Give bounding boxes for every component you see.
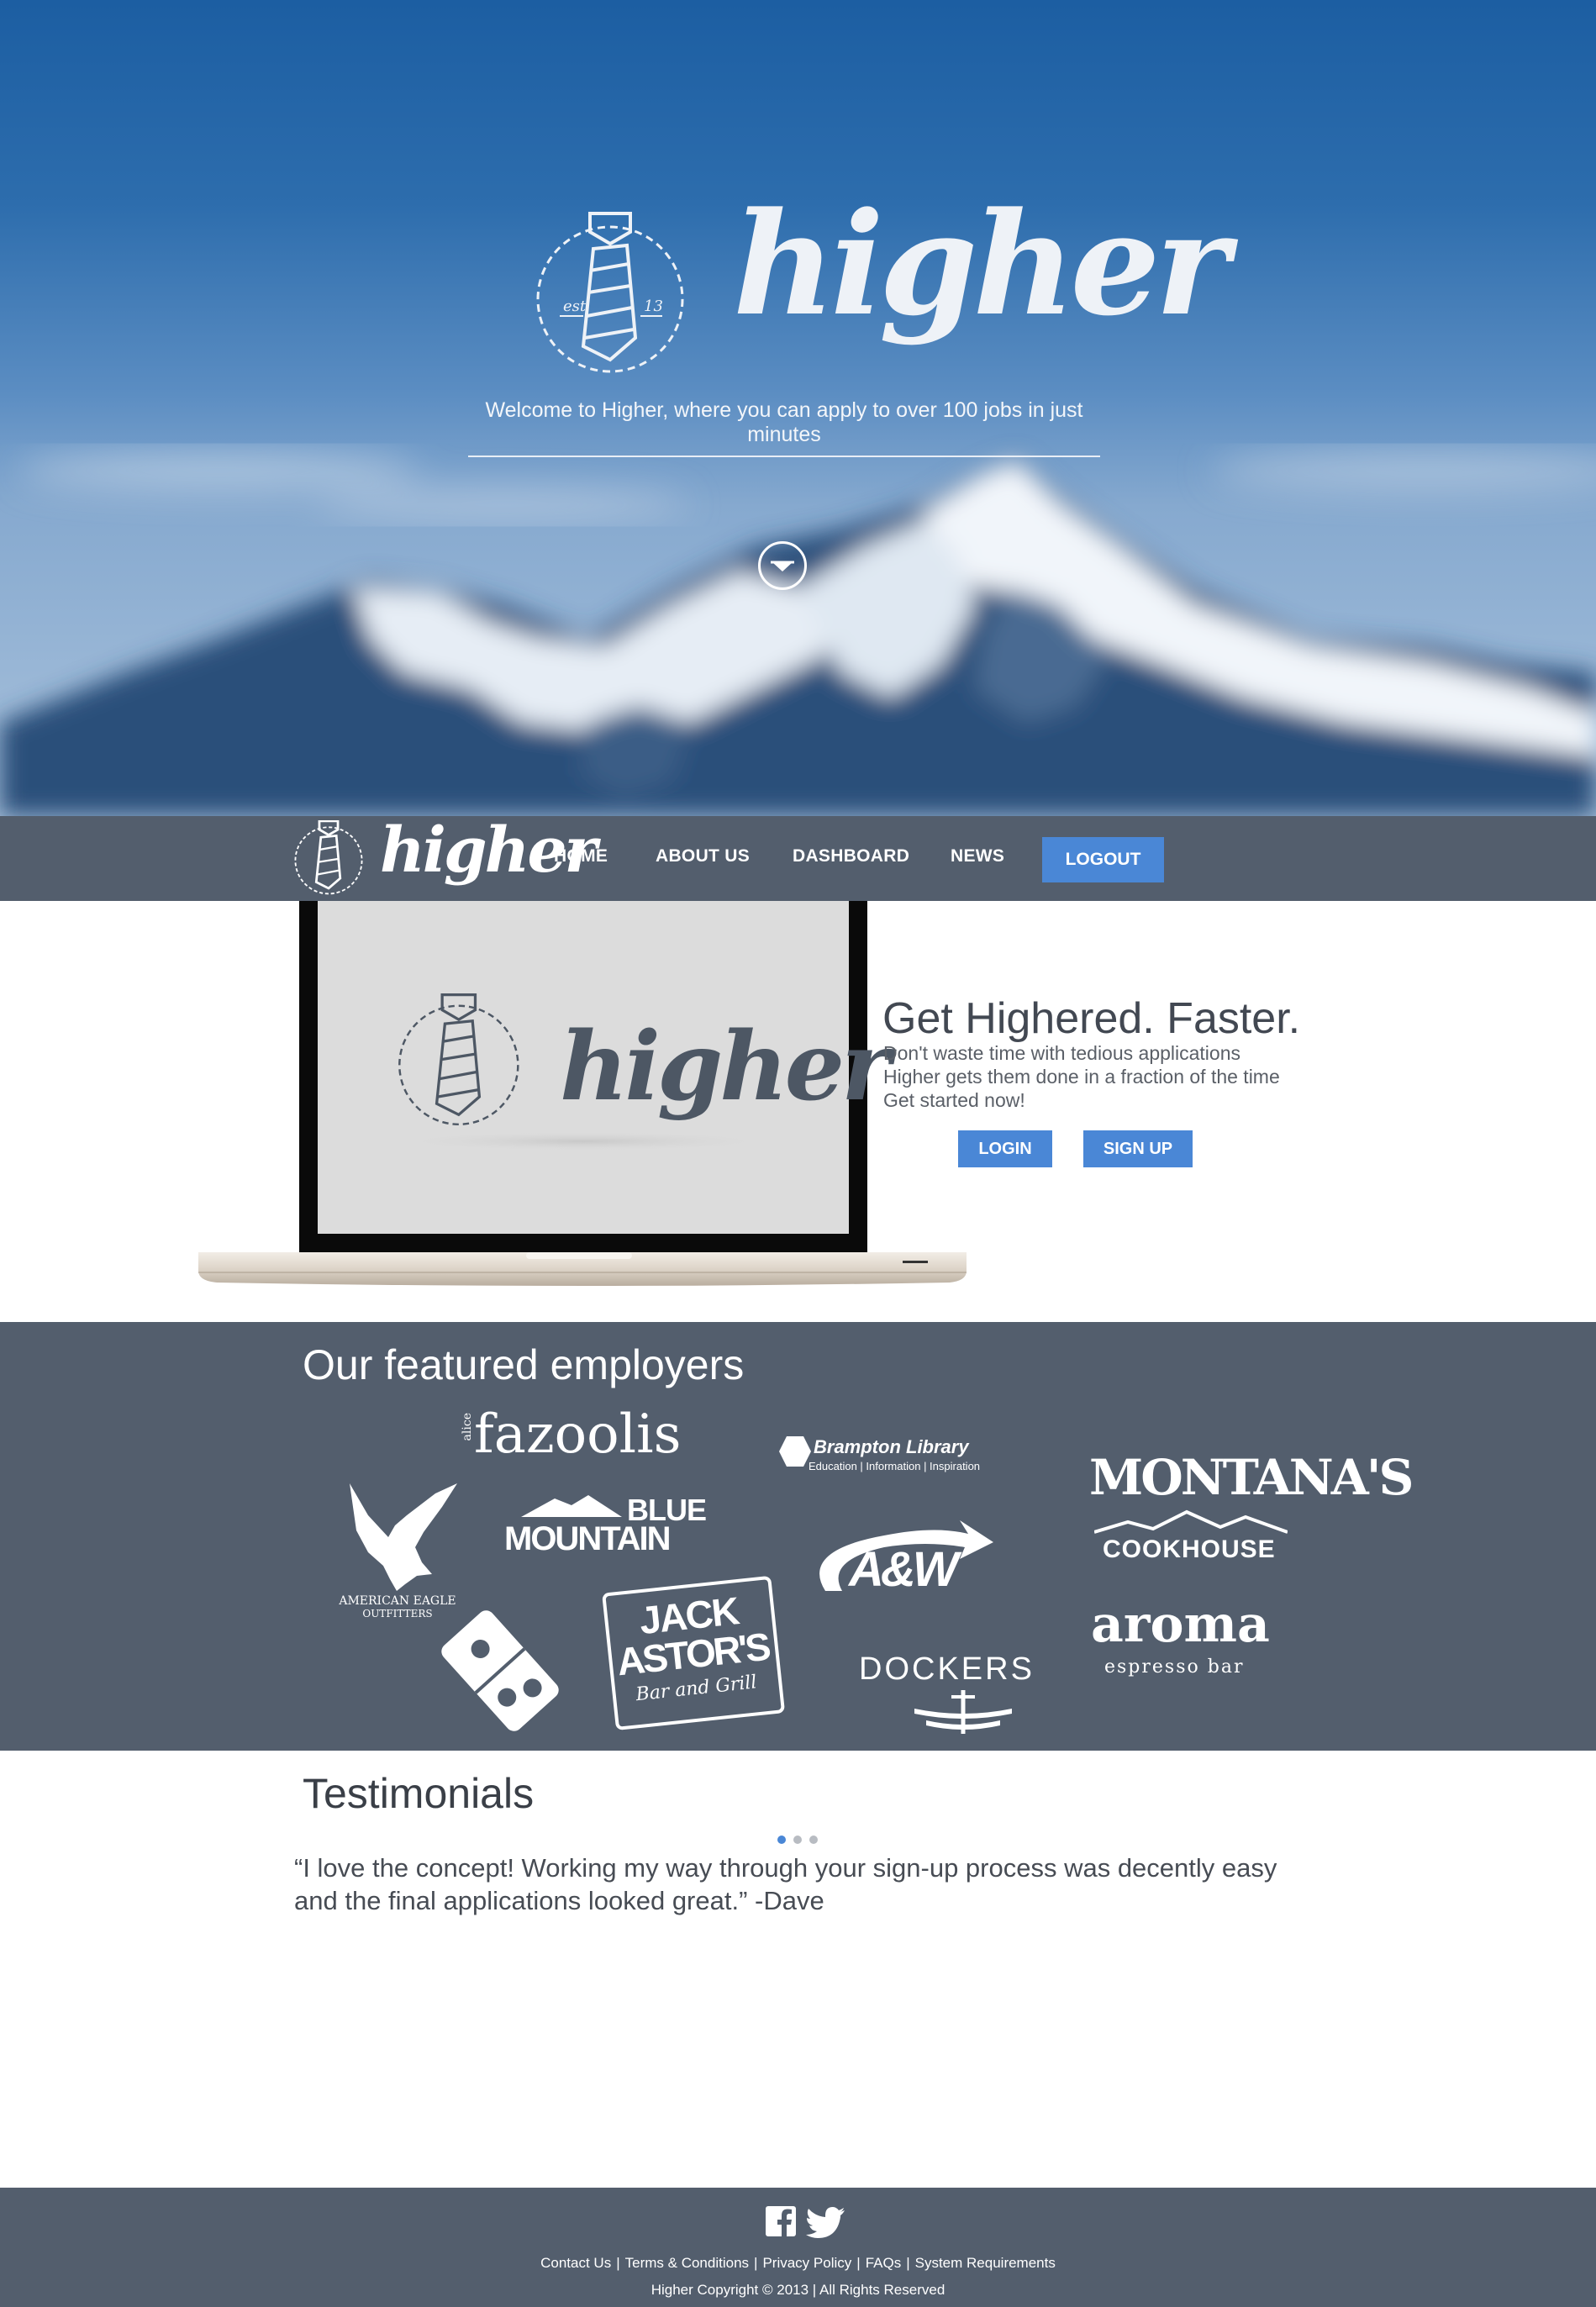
footer-system-requirements-link[interactable]: System Requirements <box>915 2255 1056 2271</box>
hero-section: est 13 higher Welcome to Higher, where y… <box>0 0 1596 816</box>
nav-news-link[interactable]: NEWS <box>951 846 1004 866</box>
site-footer: Contact Us | Terms & Conditions | Privacy Po… <box>0 2188 1596 2307</box>
nav-home-link[interactable]: HOME <box>554 846 608 866</box>
aw-text: A&W <box>849 1542 959 1597</box>
blue-mountain-line2-text: MOUNTAIN <box>504 1520 672 1557</box>
dockers-text: DOCKERS <box>859 1651 1035 1687</box>
mountain-range-icon <box>1094 1509 1288 1534</box>
anchor-icon <box>914 1690 1012 1734</box>
dockers-logo: DOCKERS <box>859 1653 1069 1737</box>
ae-line1-text: AMERICAN EAGLE <box>339 1594 456 1608</box>
screen-brand-wordmark: higher <box>560 1012 897 1122</box>
testimonial-quote-line1: “I love the concept! Working my way thro… <box>294 1853 1277 1883</box>
scroll-down-button[interactable] <box>758 541 807 590</box>
hero-divider <box>468 456 1100 457</box>
footer-separator: | <box>754 2255 758 2271</box>
footer-privacy-link[interactable]: Privacy Policy <box>762 2255 851 2271</box>
footer-separator: | <box>856 2255 861 2271</box>
mountain-peak-icon <box>521 1495 622 1517</box>
employers-title: Our featured employers <box>303 1341 745 1388</box>
footer-separator: | <box>616 2255 620 2271</box>
nav-dashboard-link[interactable]: DASHBOARD <box>793 846 909 866</box>
dominos-logo-icon <box>441 1610 559 1731</box>
carousel-dot-active[interactable] <box>777 1836 786 1844</box>
nav-logo-emblem-icon <box>294 820 363 895</box>
promo-line-3: Get started now! <box>883 1089 1025 1111</box>
brampton-subtitle-text: Education | Information | Inspiration <box>809 1460 981 1472</box>
login-button[interactable]: LOGIN <box>958 1130 1052 1167</box>
footer-separator: | <box>906 2255 910 2271</box>
promo-line-1: Don't waste time with tedious applicatio… <box>883 1042 1240 1064</box>
brampton-title-text: Brampton Library <box>814 1436 969 1457</box>
aroma-subtitle-text: espresso bar <box>1104 1657 1245 1678</box>
promo-line-2: Higher gets them done in a fraction of t… <box>883 1066 1280 1088</box>
aw-logo: A&W <box>809 1517 993 1606</box>
brampton-library-logo: Brampton Library Education | Information… <box>778 1435 1005 1473</box>
main-navbar: higher HOME ABOUT US DASHBOARD NEWS LOGO… <box>0 816 1596 901</box>
montanas-subtitle-text: COOKHOUSE <box>1103 1535 1276 1563</box>
promo-section: higher Get Highered. Faster. Don't waste… <box>0 901 1596 1322</box>
aroma-text: aroma <box>1091 1595 1270 1654</box>
fazolis-small-text: alice <box>461 1413 474 1441</box>
footer-links: Contact Us | Terms & Conditions | Privacy Po… <box>0 2255 1596 2272</box>
testimonial-quote-line2: and the final applications looked great.… <box>294 1886 824 1915</box>
logout-button[interactable]: LOGOUT <box>1042 837 1164 882</box>
testimonial-quote: “I love the concept! Working my way thro… <box>294 1851 1303 1917</box>
facebook-icon[interactable] <box>766 2206 796 2236</box>
testimonials-section: Testimonials “I love the concept! Workin… <box>0 1751 1596 2188</box>
featured-employers-section: Our featured employers alice fazoolis Br… <box>0 1322 1596 1751</box>
carousel-dot[interactable] <box>793 1836 802 1844</box>
chevron-down-icon <box>771 561 794 571</box>
carousel-dot[interactable] <box>809 1836 818 1844</box>
footer-contact-link[interactable]: Contact Us <box>540 2255 611 2271</box>
aroma-logo: aroma espresso bar <box>1091 1599 1276 1683</box>
emblem-est-text: est <box>563 298 587 315</box>
eagle-icon <box>350 1483 457 1591</box>
logo-tie-emblem-icon: est 13 <box>536 212 684 373</box>
montanas-logo: MONTANA'S COOKHOUSE <box>1089 1453 1414 1571</box>
fazolis-text: fazoolis <box>474 1404 682 1466</box>
nav-about-link[interactable]: ABOUT US <box>656 846 750 866</box>
hero-tagline: Welcome to Higher, where you can apply t… <box>485 398 1083 446</box>
footer-terms-link[interactable]: Terms & Conditions <box>625 2255 749 2271</box>
montanas-text: MONTANA'S <box>1089 1449 1414 1506</box>
footer-faqs-link[interactable]: FAQs <box>866 2255 902 2271</box>
promo-title: Get Highered. Faster. <box>882 994 1301 1043</box>
hero-brand-wordmark: higher <box>733 181 1230 347</box>
testimonials-title: Testimonials <box>303 1770 535 1817</box>
laptop-mockup-image: higher <box>198 901 967 1286</box>
signup-button[interactable]: SIGN UP <box>1083 1130 1193 1167</box>
fazolis-logo: alice fazoolis <box>461 1408 726 1467</box>
jack-astors-logo: JACK ASTOR'S Bar and Grill <box>602 1575 786 1730</box>
american-eagle-logo: AMERICAN EAGLE OUTFITTERS <box>333 1482 462 1625</box>
hexagon-icon <box>779 1436 811 1467</box>
blue-mountain-logo: BLUE MOUNTAIN <box>504 1495 707 1562</box>
emblem-year-text: 13 <box>644 298 663 315</box>
twitter-icon[interactable] <box>805 2206 845 2238</box>
footer-copyright: Higher Copyright © 2013 | All Rights Res… <box>651 2282 945 2298</box>
